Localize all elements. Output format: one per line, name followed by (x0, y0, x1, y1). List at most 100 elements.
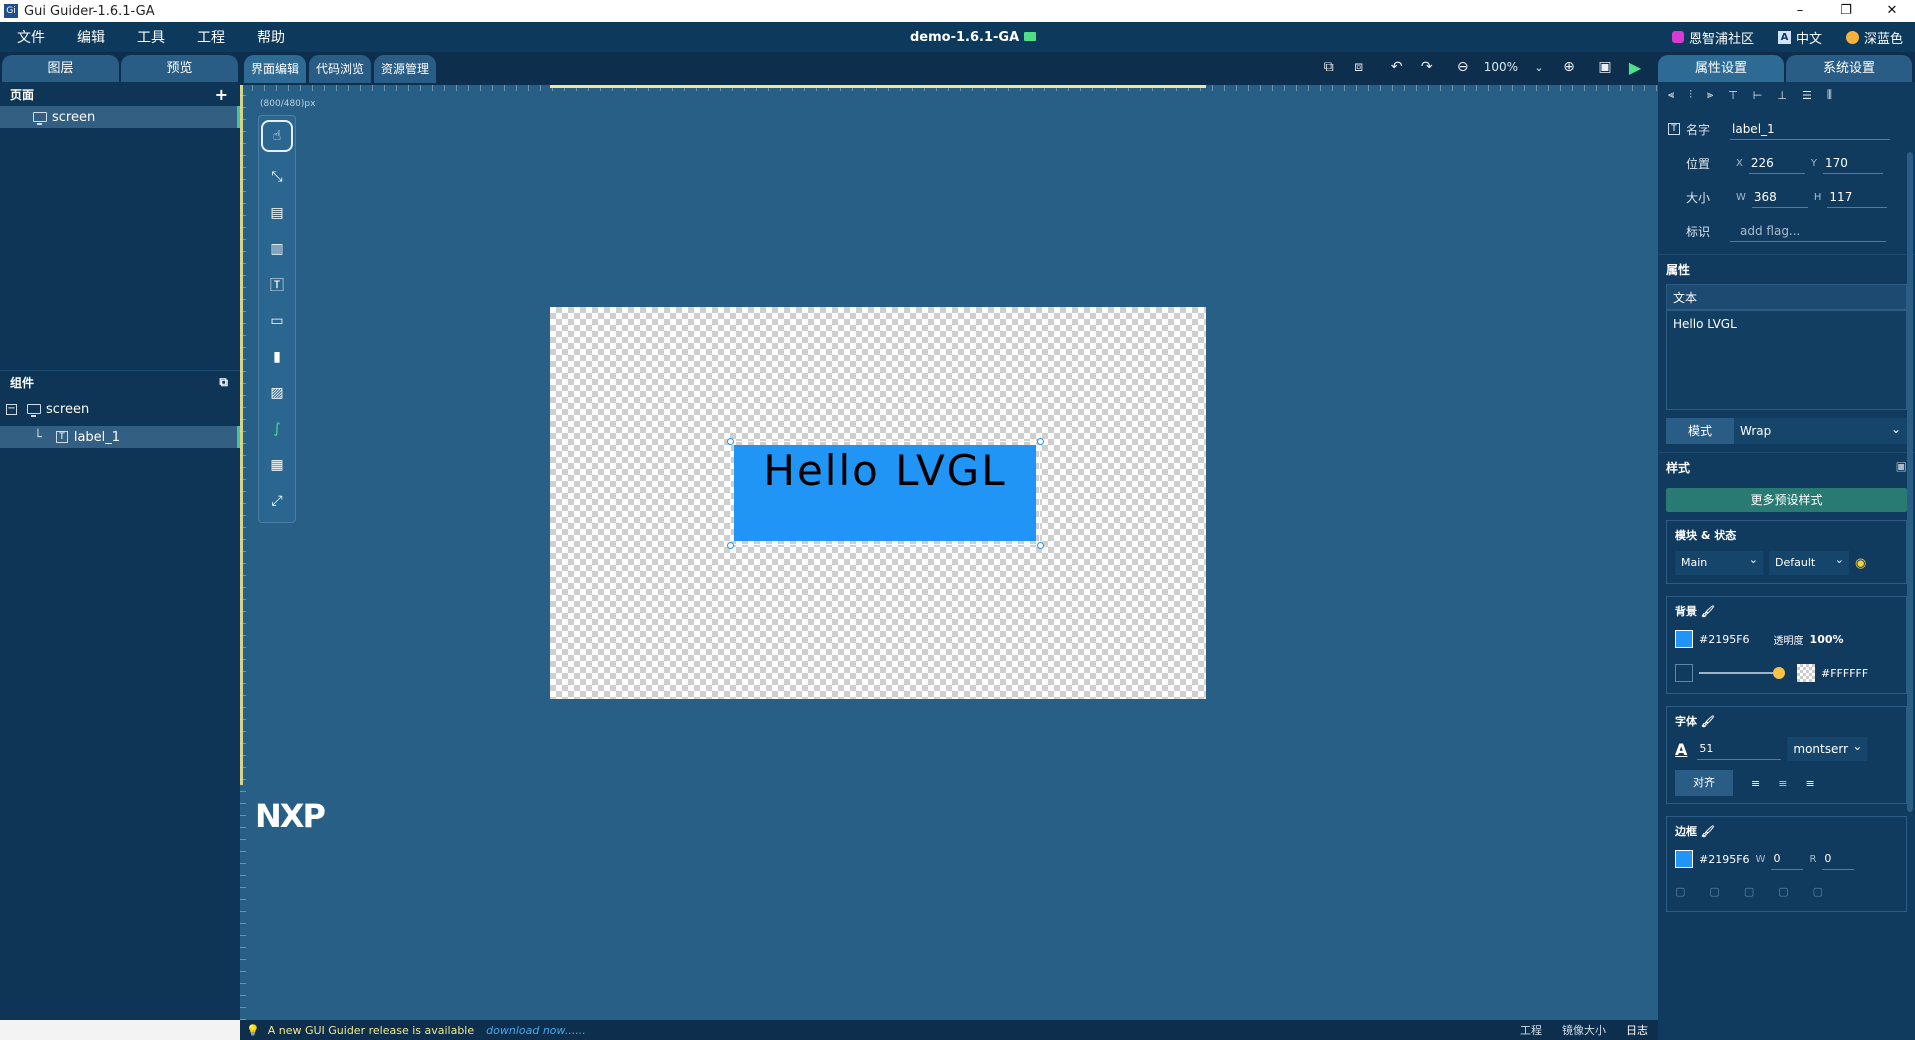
hand-pointer-icon[interactable]: ☝ (261, 120, 293, 152)
undo-icon[interactable]: ↶ (1388, 58, 1406, 76)
eye-icon[interactable]: ◉ (1855, 556, 1866, 571)
tree-row-screen[interactable]: − screen (0, 398, 240, 420)
bg-color-value[interactable]: #2195F6 (1699, 633, 1750, 646)
popout-icon[interactable]: ⧉ (219, 375, 228, 390)
expand-arrows-icon[interactable]: ⤢ (262, 486, 292, 516)
paste-icon[interactable]: ⧈ (1350, 58, 1368, 76)
run-icon[interactable]: ▶ (1626, 58, 1644, 77)
border-width-field[interactable]: 0 (1771, 848, 1804, 870)
close-button[interactable]: ✕ (1869, 0, 1915, 22)
font-select[interactable]: montserr (1787, 734, 1868, 761)
text-widget-icon[interactable]: 🅃 (262, 270, 292, 300)
more-preset-styles-button[interactable]: 更多预设样式 (1666, 488, 1907, 512)
text-align-right-icon[interactable]: ≡ (1805, 777, 1814, 790)
bg-color-swatch[interactable] (1675, 630, 1693, 648)
border-color-swatch[interactable] (1675, 850, 1693, 868)
part-select[interactable]: Main (1675, 548, 1763, 575)
resize-handle-tr[interactable] (1037, 438, 1044, 445)
zoom-level[interactable]: 100% (1484, 60, 1518, 74)
grad-color-swatch[interactable] (1797, 664, 1815, 682)
menu-project[interactable]: 工程 (180, 27, 240, 47)
menu-edit[interactable]: 编辑 (60, 27, 120, 47)
distribute-h-icon[interactable]: ☰ (1802, 89, 1812, 102)
tree-row-label-1[interactable]: └ T label_1 (0, 426, 240, 448)
community-link[interactable]: 恩智浦社区 (1671, 28, 1754, 47)
text-align-left-icon[interactable]: ≡ (1751, 777, 1760, 790)
minimize-button[interactable]: – (1777, 0, 1823, 22)
animation-widget-icon[interactable]: ∫ (262, 414, 292, 444)
zoom-in-icon[interactable]: ⊕ (1560, 58, 1578, 76)
tab-ui-editor[interactable]: 界面编辑 (244, 55, 307, 83)
border-top-icon[interactable]: ▢ (1744, 885, 1754, 898)
resize-handle-br[interactable] (1037, 542, 1044, 549)
resize-handle-bl[interactable] (727, 542, 734, 549)
design-screen[interactable]: Hello LVGL (550, 307, 1206, 699)
align-bottom-icon[interactable]: ⊥ (1777, 89, 1787, 102)
generate-code-icon[interactable]: ▣ (1596, 58, 1614, 76)
align-left-icon[interactable]: ⫷ (1668, 88, 1674, 102)
x-field[interactable]: 226 (1748, 152, 1805, 174)
language-switch[interactable]: A 中文 (1777, 28, 1822, 47)
gradient-slider[interactable] (1699, 667, 1785, 679)
tab-properties[interactable]: 属性设置 (1658, 55, 1784, 82)
menu-file[interactable]: 文件 (0, 27, 60, 47)
canvas-area[interactable]: (800/480)px ☝ ⤡ ▤ ▥ 🅃 ▭ ▮ ▨ ∫ ▦ ⤢ Hello … (240, 85, 1658, 1020)
restore-button[interactable]: ❐ (1823, 0, 1869, 22)
grad-color-value[interactable]: #FFFFFF (1821, 667, 1868, 680)
align-vcenter-icon[interactable]: ⊢ (1753, 89, 1763, 102)
opacity-value[interactable]: 100% (1810, 633, 1844, 646)
collapse-arrows-icon[interactable]: ⤡ (262, 162, 292, 192)
tab-system-settings[interactable]: 系统设置 (1786, 55, 1912, 82)
tab-resources[interactable]: 资源管理 (374, 55, 437, 83)
text-input[interactable]: Hello LVGL (1666, 310, 1907, 410)
add-page-icon[interactable]: + (215, 85, 228, 104)
folder-icon[interactable] (1024, 31, 1037, 41)
h-field[interactable]: 117 (1827, 186, 1888, 208)
font-color-icon[interactable]: A (1675, 740, 1687, 759)
gradient-type-icon[interactable] (1675, 664, 1693, 682)
border-color-value[interactable]: #2195F6 (1699, 853, 1750, 866)
state-select[interactable]: Default (1769, 548, 1849, 575)
align-right-icon[interactable]: ⫸ (1707, 88, 1713, 102)
border-full-icon[interactable]: ▢ (1675, 885, 1685, 898)
align-top-icon[interactable]: ⊤ (1728, 89, 1738, 102)
resize-handle-tl[interactable] (727, 438, 734, 445)
chart-widget-icon[interactable]: ▮ (262, 342, 292, 372)
border-left-icon[interactable]: ▢ (1709, 885, 1719, 898)
download-link[interactable]: download now...... (486, 1024, 586, 1037)
status-log[interactable]: 日志 (1626, 1022, 1648, 1038)
redo-icon[interactable]: ↷ (1418, 58, 1436, 76)
page-item-screen[interactable]: screen (0, 106, 240, 128)
flag-input[interactable]: add flag... (1730, 220, 1886, 242)
input-widget-icon[interactable]: ▭ (262, 306, 292, 336)
tab-preview[interactable]: 预览 (121, 55, 238, 82)
y-field[interactable]: 170 (1822, 152, 1883, 174)
w-field[interactable]: 368 (1751, 186, 1808, 208)
status-image-size[interactable]: 镜像大小 (1562, 1022, 1606, 1038)
font-size-field[interactable]: 51 (1697, 738, 1782, 760)
name-field[interactable]: label_1 (1730, 118, 1890, 140)
chevron-down-icon[interactable]: ⌄ (1530, 58, 1548, 76)
qrcode-widget-icon[interactable]: ▦ (262, 450, 292, 480)
text-align-center-icon[interactable]: ≡ (1778, 777, 1787, 790)
border-right-icon[interactable]: ▢ (1778, 885, 1788, 898)
mode-select[interactable]: Wrap (1734, 416, 1907, 444)
style-copy-icon[interactable]: ▣ (1896, 459, 1907, 476)
container-widgets-icon[interactable]: ▥ (262, 234, 292, 264)
layout-widgets-icon[interactable]: ▤ (262, 198, 292, 228)
menu-help[interactable]: 帮助 (240, 27, 300, 47)
tab-layers[interactable]: 图层 (2, 55, 119, 82)
selection-box[interactable] (730, 441, 1040, 545)
distribute-v-icon[interactable]: ⫼ (1827, 88, 1832, 102)
border-bottom-icon[interactable]: ▢ (1813, 885, 1823, 898)
menu-tools[interactable]: 工具 (120, 27, 180, 47)
theme-switch[interactable]: 深蓝色 (1845, 28, 1903, 47)
slider-knob[interactable] (1773, 667, 1785, 679)
copy-icon[interactable]: ⧉ (1320, 58, 1338, 76)
collapse-icon[interactable]: − (6, 403, 17, 415)
tab-code-view[interactable]: 代码浏览 (309, 55, 372, 83)
zoom-out-icon[interactable]: ⊖ (1454, 58, 1472, 76)
align-hcenter-icon[interactable]: ⫶ (1689, 88, 1692, 102)
status-project[interactable]: 工程 (1520, 1022, 1542, 1038)
border-radius-field[interactable]: 0 (1822, 848, 1855, 870)
